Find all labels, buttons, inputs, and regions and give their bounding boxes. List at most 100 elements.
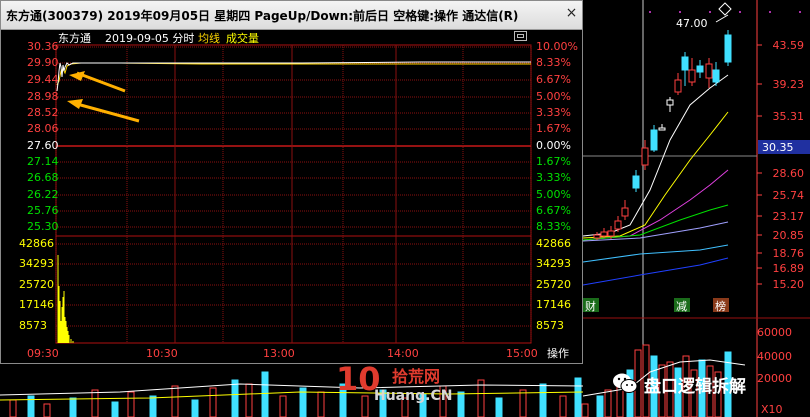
daily-candle	[614, 220, 622, 230]
volume-axis-tick-left: 8573	[19, 319, 47, 332]
bg-volume-bar	[245, 383, 253, 417]
daily-volume-bar	[604, 389, 612, 417]
pct-axis-tick: 8.33%	[536, 220, 571, 233]
bg-volume-bar	[111, 401, 119, 417]
daily-price-tick: 23.17	[773, 210, 805, 223]
volume-axis-tick-right: 34293	[536, 257, 571, 270]
wechat-account-name: 盘口逻辑拆解	[644, 377, 746, 397]
bg-volume-bar	[574, 377, 582, 417]
daily-candle	[641, 147, 649, 166]
daily-candle	[658, 127, 666, 131]
bg-volume-bar	[9, 399, 17, 417]
daily-volume-tick: 40000	[757, 350, 792, 363]
bg-volume-bar	[559, 395, 567, 417]
pct-axis-tick: 6.67%	[536, 73, 571, 86]
operate-button[interactable]: 操作	[539, 345, 577, 361]
watermark-logo-url: Huang.CN	[374, 388, 453, 404]
bg-volume-bar	[171, 385, 179, 417]
bg-volume-bar	[261, 371, 269, 417]
annotation-arrowhead-2	[67, 99, 83, 109]
volume-axis-tick-right: 42866	[536, 237, 571, 250]
pct-axis-tick: 0.00%	[536, 139, 571, 152]
bg-volume-bar	[69, 397, 77, 417]
pct-axis-tick: 1.67%	[536, 155, 571, 168]
daily-volume-bar	[581, 403, 589, 417]
volume-axis-tick-left: 17146	[19, 298, 54, 311]
bg-volume-bar	[519, 389, 527, 417]
bg-volume-bar	[495, 397, 503, 417]
event-badge: 减	[676, 300, 687, 313]
volume-axis-tick-right: 25720	[536, 278, 571, 291]
event-badge: 榜	[715, 299, 726, 313]
daily-candle	[696, 65, 704, 73]
volume-axis-tick-right: 17146	[536, 298, 571, 311]
daily-candle	[674, 79, 682, 93]
daily-volume-tick: 60000	[757, 326, 792, 339]
volume-axis-tick-left: 42866	[19, 237, 54, 250]
bg-volume-bar	[317, 391, 325, 417]
daily-price-tick: 20.85	[773, 229, 805, 242]
price-axis-tick: 27.60	[27, 139, 59, 152]
top-dot	[739, 11, 741, 13]
top-dot	[799, 11, 801, 13]
bg-volume-bar	[91, 389, 99, 417]
price-axis-tick: 26.22	[27, 188, 59, 201]
price-axis-tick: 28.98	[27, 90, 59, 103]
price-axis-tick: 28.52	[27, 106, 59, 119]
volume-axis-tick-right: 8573	[536, 319, 564, 332]
price-axis-tick: 29.44	[27, 73, 59, 86]
bg-volume-bar	[191, 399, 199, 417]
current-price-label: 30.35	[762, 141, 794, 154]
pct-axis-tick: 5.00%	[536, 188, 571, 201]
daily-price-tick: 35.31	[773, 110, 805, 123]
bg-volume-bar	[477, 379, 485, 417]
bg-volume-bar	[43, 403, 51, 417]
watermark-logo: 10 拾荒网 Huang.CN	[336, 360, 466, 408]
intraday-window[interactable]: 东方通(300379) 2019年09月05日 星期四 PageUp/Down:…	[0, 0, 583, 364]
moving-average-line	[582, 244, 729, 263]
price-axis-tick: 25.76	[27, 204, 59, 217]
time-axis-tick: 13:00	[263, 347, 295, 360]
bg-volume-bar	[127, 391, 135, 417]
daily-volume-bar	[596, 395, 604, 417]
moving-average-line	[582, 257, 729, 286]
daily-price-tick: 15.20	[773, 278, 805, 291]
bg-volume-bar	[279, 395, 287, 417]
price-axis-tick: 25.30	[27, 220, 59, 233]
bg-volume-bar	[149, 395, 157, 417]
pct-axis-tick: 8.33%	[536, 56, 571, 69]
bg-volume-bar	[209, 387, 217, 417]
wechat-icon	[613, 373, 638, 393]
daily-price-tick: 43.59	[773, 39, 805, 52]
bg-volume-bar	[231, 379, 239, 417]
daily-candle	[607, 230, 615, 237]
time-axis-tick: 15:00	[506, 347, 538, 360]
pct-axis-tick: 10.00%	[536, 40, 578, 53]
price-axis-tick: 26.68	[27, 171, 59, 184]
intraday-chart[interactable]	[1, 1, 582, 363]
volume-axis-tick-left: 34293	[19, 257, 54, 270]
time-axis-tick: 09:30	[27, 347, 59, 360]
annotation-arrow-1	[76, 71, 126, 93]
pct-axis-tick: 3.33%	[536, 171, 571, 184]
watermark-logo-cn: 拾荒网	[392, 367, 441, 386]
daily-candle	[632, 175, 640, 189]
daily-candle	[621, 207, 629, 217]
daily-price-tick: 16.89	[773, 262, 805, 275]
top-dot	[709, 11, 711, 13]
avg-price-line	[56, 62, 531, 86]
price-axis-tick: 27.14	[27, 155, 59, 168]
volume-unit-label: X10	[761, 403, 783, 416]
bg-volume-bar	[539, 383, 547, 417]
top-dot	[679, 11, 681, 13]
price-axis-tick: 29.90	[27, 56, 59, 69]
daily-candle	[705, 63, 713, 79]
pct-axis-tick: 3.33%	[536, 106, 571, 119]
pct-axis-tick: 6.67%	[536, 204, 571, 217]
daily-candle	[600, 231, 608, 237]
high-marker-label: 47.00	[676, 17, 708, 30]
pct-axis-tick: 5.00%	[536, 90, 571, 103]
price-line	[56, 61, 531, 92]
time-axis-tick: 10:30	[146, 347, 178, 360]
diamond-marker	[718, 2, 732, 16]
